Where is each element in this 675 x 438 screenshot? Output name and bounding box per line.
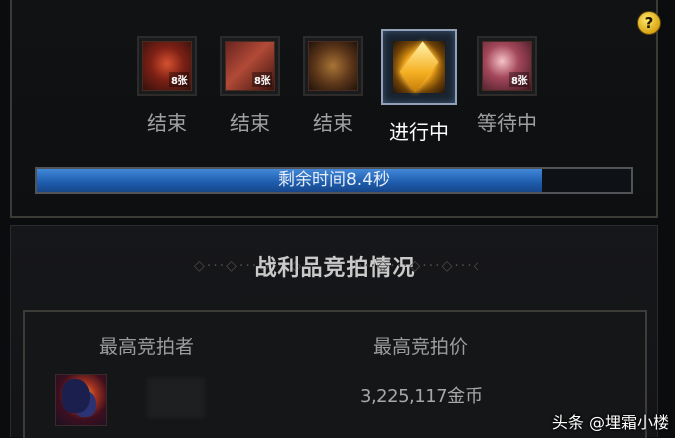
item-count-badge: 8张 bbox=[252, 72, 272, 87]
loot-item-5[interactable]: 8张 等待中 bbox=[472, 33, 542, 143]
loot-item-icon: 8张 bbox=[225, 41, 275, 91]
loot-item-3[interactable]: 结束 bbox=[298, 33, 368, 143]
highest-bid-price: 3,225,117金币 bbox=[360, 382, 483, 408]
help-icon: ? bbox=[644, 14, 654, 32]
item-status-label: 结束 bbox=[230, 111, 270, 135]
loot-item-icon: 8张 bbox=[482, 41, 532, 91]
loot-item-4-current[interactable]: 进行中 bbox=[381, 29, 457, 144]
remaining-time-text: 剩余时间8.4秒 bbox=[277, 170, 391, 190]
time-progress-bar: 剩余时间8.4秒 bbox=[35, 167, 633, 194]
item-frame-highlighted bbox=[381, 29, 457, 105]
item-status-label: 等待中 bbox=[477, 111, 537, 135]
bidder-avatar bbox=[55, 374, 107, 426]
item-status-label: 结束 bbox=[147, 111, 187, 135]
gold-crystal-icon bbox=[393, 41, 445, 93]
loot-items-row: 8张 结束 8张 结束 结束 进行中 8张 等待中 bbox=[132, 29, 552, 144]
auction-timer-window: ? 8张 结束 8张 结束 结束 进行中 8张 等待中 剩余时间8.4秒 bbox=[10, 0, 661, 218]
loot-item-1[interactable]: 8张 结束 bbox=[132, 33, 202, 143]
item-count-badge: 8张 bbox=[509, 72, 529, 87]
help-button[interactable]: ? bbox=[637, 11, 661, 35]
item-frame: 8张 bbox=[137, 36, 197, 96]
price-value: 3,225,117 bbox=[360, 386, 448, 407]
price-unit: 金币 bbox=[447, 386, 484, 407]
item-status-label: 结束 bbox=[313, 111, 353, 135]
price-column-header: 最高竞拍价 bbox=[373, 336, 469, 358]
loot-item-2[interactable]: 8张 结束 bbox=[215, 33, 285, 143]
item-frame bbox=[303, 36, 363, 96]
loot-item-icon bbox=[308, 41, 358, 91]
item-count-badge: 8张 bbox=[169, 72, 189, 87]
bidder-name-redacted bbox=[147, 378, 205, 418]
item-frame: 8张 bbox=[477, 36, 537, 96]
bidder-column-header: 最高竞拍者 bbox=[99, 336, 195, 358]
loot-item-icon: 8张 bbox=[142, 41, 192, 91]
game-screen: ? 8张 结束 8张 结束 结束 进行中 8张 等待中 剩余时间8.4秒 ◇··… bbox=[0, 0, 675, 438]
item-frame: 8张 bbox=[220, 36, 280, 96]
auction-title: 战利品竞拍情况 bbox=[254, 256, 416, 281]
auction-status-panel: ◇···◇···◇···◇··· 战利品竞拍情况 ···◇···◇···◇···… bbox=[10, 225, 658, 438]
watermark-text: 头条 @埋霜小楼 bbox=[551, 413, 669, 432]
item-status-label: 进行中 bbox=[389, 120, 449, 144]
title-ornament-right: ···◇···◇···◇···◇ bbox=[358, 258, 478, 272]
